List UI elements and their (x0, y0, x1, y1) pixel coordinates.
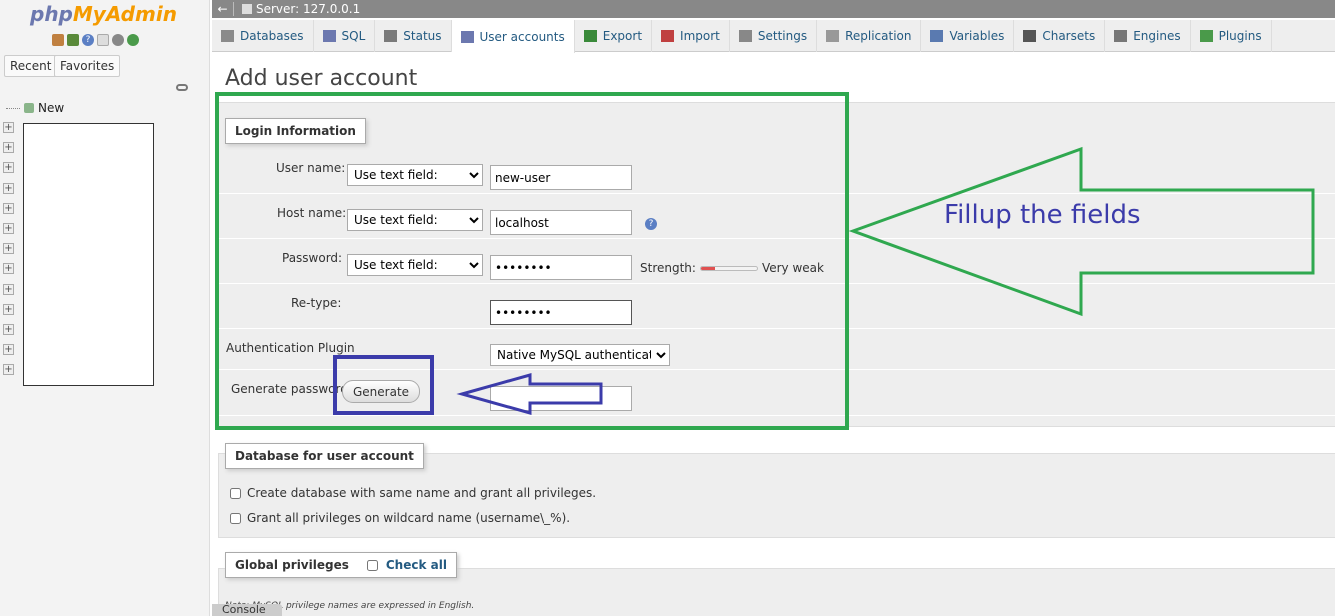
annotation-text: Fillup the fields (944, 200, 1141, 230)
big-green-arrow (848, 146, 1315, 317)
small-blue-arrow (456, 373, 603, 415)
annotation-arrows (456, 146, 1315, 415)
